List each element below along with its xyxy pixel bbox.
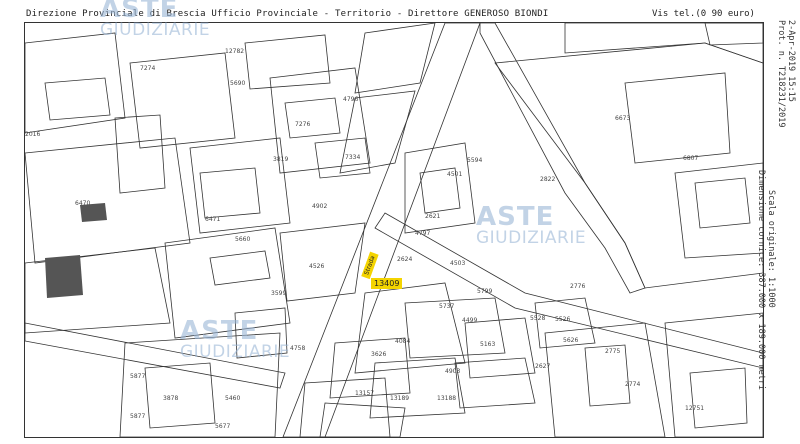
watermark-brand: ASTE xyxy=(476,202,555,232)
watermark-aste: ASTE GIUDIZIARIE xyxy=(100,0,210,39)
side-road-upper xyxy=(479,23,646,294)
parcel-number: 12782 xyxy=(225,48,245,55)
parcel-number: 5528 xyxy=(530,315,546,322)
parcel-number: 3819 xyxy=(273,156,289,163)
parcel-number: 7276 xyxy=(295,121,311,128)
parcel-number: 5163 xyxy=(480,341,496,348)
parcel-number: 7274 xyxy=(140,65,156,72)
parcel-number: 2774 xyxy=(625,381,641,388)
parcel-number: 2776 xyxy=(570,283,586,290)
watermark-aste: ASTE GIUDIZIARIE xyxy=(476,204,586,247)
parcel-number: 5799 xyxy=(477,288,493,295)
parcel-number: 4503 xyxy=(450,260,466,267)
parcel-number: 4902 xyxy=(312,203,328,210)
parcel-number: 12751 xyxy=(685,405,705,412)
watermark-aste: ASTE GIUDIZIARIE xyxy=(180,318,290,361)
parcel-number: 2822 xyxy=(540,176,556,183)
parcel-number: 6807 xyxy=(683,155,699,162)
parcel-number: 5737 xyxy=(439,303,455,310)
parcel-number: 2627 xyxy=(535,363,551,370)
parcel-number: 3599 xyxy=(271,290,287,297)
side-date: 2-Apr-2019 15:15 xyxy=(786,20,796,102)
parcel-number: 3626 xyxy=(371,351,387,358)
parcel-number: 5626 xyxy=(563,337,579,344)
cadastral-map-frame: 12782 7274 5690 4796 7276 2016 7334 3819… xyxy=(24,22,764,438)
parcel-number: 5690 xyxy=(230,80,246,87)
parcel-number: 5877 xyxy=(130,373,146,380)
watermark-sub: GIUDIZIARIE xyxy=(476,228,587,248)
watermark-brand: ASTE xyxy=(100,0,179,24)
parcel-number: 4526 xyxy=(309,263,325,270)
parcel-number: 2621 xyxy=(425,213,441,220)
watermark-sub: GIUDIZIARIE xyxy=(180,342,291,362)
parcel-number: 6470 xyxy=(75,200,91,207)
watermark-brand: ASTE xyxy=(180,316,259,346)
parcel-number: 13157 xyxy=(355,390,375,397)
highlighted-parcel: 13409 xyxy=(371,278,403,289)
parcel-number: 7334 xyxy=(345,154,361,161)
parcel-number: 6471 xyxy=(205,216,221,223)
hatched-parcel xyxy=(45,255,83,298)
header-fee: Vis tel.(0 90 euro) xyxy=(652,9,755,19)
parcel-number: 5460 xyxy=(225,395,241,402)
parcel-number: 4797 xyxy=(415,230,431,237)
parcel-number: 2016 xyxy=(25,131,41,138)
side-scale: Scala originale: 1:1000 xyxy=(766,190,776,308)
parcel-number: 4903 xyxy=(445,368,461,375)
parcel-number: 5877 xyxy=(130,413,146,420)
parcel-number: 5526 xyxy=(555,316,571,323)
parcel-number: 13188 xyxy=(437,395,457,402)
parcel-number: 5594 xyxy=(467,157,483,164)
watermark-sub: GIUDIZIARIE xyxy=(100,20,211,40)
parcel-number: 4084 xyxy=(395,338,411,345)
side-dimensions: Dimensione cornice: 387.000 x 189.000 me… xyxy=(756,170,766,391)
parcel-number: 6673 xyxy=(615,115,631,122)
parcel-number: 2624 xyxy=(397,256,413,263)
parcel-number: 4499 xyxy=(462,317,478,324)
parcel-number: 5677 xyxy=(215,423,231,430)
parcel-number: 4796 xyxy=(343,96,359,103)
parcel-number: 2775 xyxy=(605,348,621,355)
parcel-number: 4758 xyxy=(290,345,306,352)
parcel-number: 3878 xyxy=(163,395,179,402)
parcel-number: 4501 xyxy=(447,171,463,178)
parcel-number: 13189 xyxy=(390,395,410,402)
parcel-number: 5660 xyxy=(235,236,251,243)
side-protocol: Prot. n. T218231/2019 xyxy=(776,20,786,128)
